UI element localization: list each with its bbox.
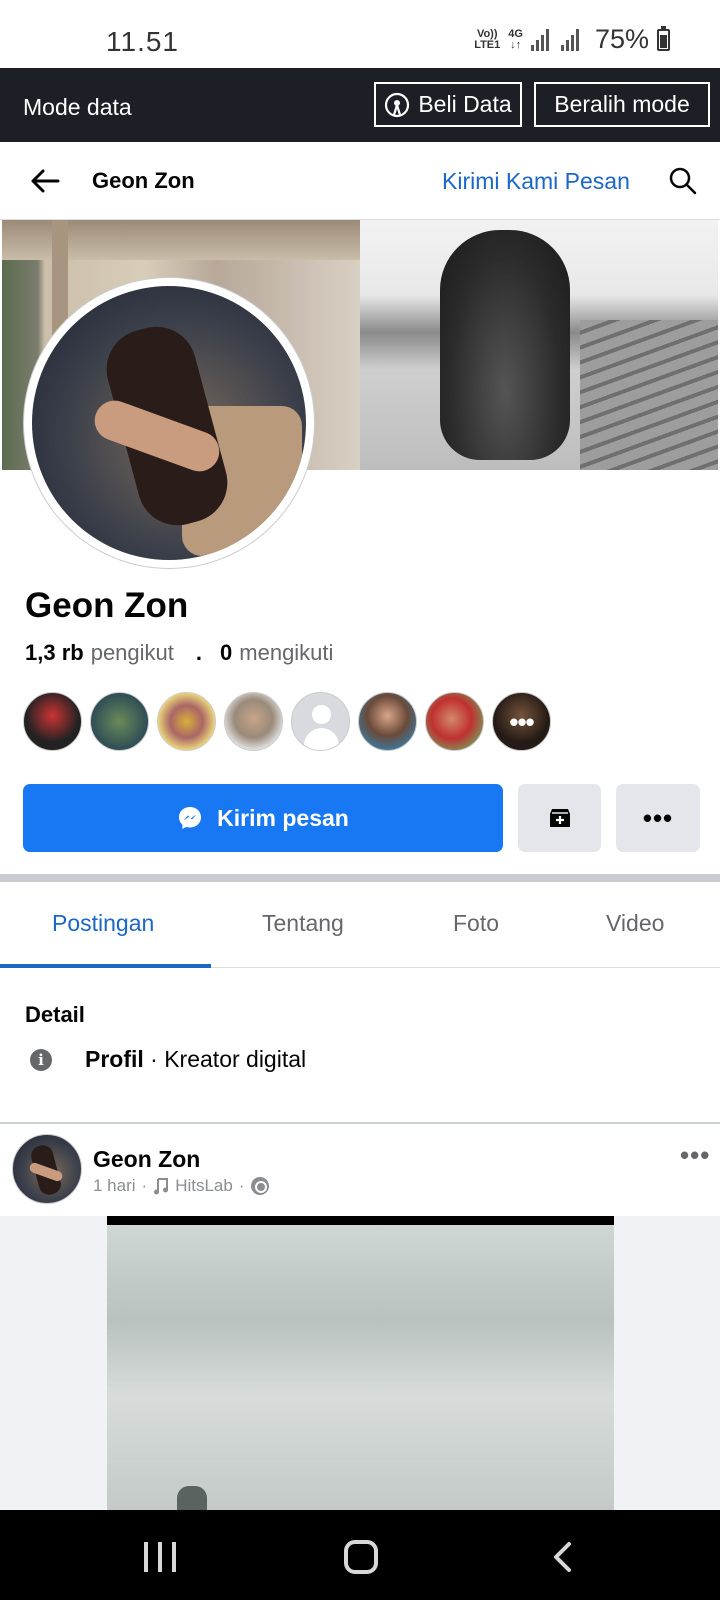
post-time[interactable]: 1 hari: [93, 1176, 136, 1196]
section-divider: [0, 874, 720, 882]
send-message-label: Kirim pesan: [217, 804, 349, 831]
page-header: Geon Zon Kirimi Kami Pesan: [0, 142, 720, 220]
switch-mode-label: Beralih mode: [554, 91, 690, 117]
search-icon[interactable]: [668, 166, 698, 196]
follower-avatar[interactable]: [425, 692, 484, 751]
save-icon: [549, 809, 570, 827]
detail-divider: [0, 1122, 720, 1124]
follower-avatar-placeholder[interactable]: [291, 692, 350, 751]
following-count[interactable]: 0: [220, 640, 232, 666]
music-note-icon: [154, 1178, 169, 1195]
follower-avatar[interactable]: [358, 692, 417, 751]
battery-percent: 75%: [594, 24, 649, 54]
tab-photos[interactable]: Foto: [453, 910, 499, 937]
follower-avatar[interactable]: [90, 692, 149, 751]
follower-avatar[interactable]: [23, 692, 82, 751]
post-more-button[interactable]: •••: [680, 1142, 710, 1168]
battery-icon: [657, 25, 670, 51]
save-button[interactable]: [518, 784, 601, 852]
status-indicators: Vo)) LTE1 4G ↓↑ 75%: [474, 24, 670, 55]
home-icon[interactable]: [344, 1540, 378, 1574]
more-options-icon: •••: [642, 803, 674, 833]
system-navigation-bar: [0, 1510, 720, 1600]
follower-avatar[interactable]: [157, 692, 216, 751]
post-music[interactable]: HitsLab: [175, 1176, 233, 1196]
cover-photo-right: [360, 220, 718, 470]
meta-separator-2: ·: [238, 1176, 245, 1195]
tab-about[interactable]: Tentang: [262, 910, 344, 937]
post-author-avatar[interactable]: [12, 1134, 82, 1204]
post-video[interactable]: [107, 1216, 614, 1516]
see-all-followers-button[interactable]: •••: [492, 692, 551, 751]
post-author-name[interactable]: Geon Zon: [93, 1146, 200, 1173]
detail-heading: Detail: [25, 1002, 85, 1027]
post-meta: 1 hari · HitsLab ·: [93, 1176, 269, 1196]
header-title: Geon Zon: [92, 168, 195, 193]
followers-label[interactable]: pengikut: [91, 640, 174, 666]
profile-type-text: Profil · Kreator digital: [85, 1046, 306, 1073]
followers-count[interactable]: 1,3 rb: [25, 640, 84, 666]
network-4g-indicator: 4G ↓↑: [508, 27, 523, 51]
buy-data-label: Beli Data: [418, 91, 512, 117]
signal-icon: [530, 28, 553, 51]
stats-separator: .: [195, 640, 203, 665]
tab-posts[interactable]: Postingan: [52, 910, 154, 937]
nav-back-icon[interactable]: [548, 1540, 578, 1574]
more-followers-dots: •••: [493, 693, 550, 750]
signal-icon-2: [560, 28, 583, 51]
send-message-link[interactable]: Kirimi Kami Pesan: [442, 168, 630, 195]
meta-separator: ·: [141, 1176, 148, 1195]
mode-label: Mode data: [23, 94, 132, 120]
more-options-button[interactable]: •••: [616, 784, 700, 852]
globe-icon: [250, 1177, 269, 1195]
buy-data-button[interactable]: Beli Data: [374, 82, 522, 127]
follower-avatars: •••: [23, 692, 551, 751]
profile-name: Geon Zon: [25, 586, 189, 625]
profile-stats: 1,3 rb pengikut . 0 mengikuti: [25, 640, 333, 666]
active-tab-indicator: [0, 964, 211, 968]
messenger-icon: [179, 807, 202, 829]
volte-indicator: Vo)) LTE1: [474, 27, 501, 51]
tab-videos[interactable]: Video: [606, 910, 664, 937]
data-mode-bar: Mode data Beli Data Beralih mode: [0, 68, 720, 142]
profile-avatar[interactable]: [24, 278, 314, 568]
send-message-button[interactable]: Kirim pesan: [23, 784, 503, 852]
following-label[interactable]: mengikuti: [239, 640, 333, 666]
broadcast-icon: [385, 92, 410, 117]
follower-avatar[interactable]: [224, 692, 283, 751]
profile-type-bold: Profil: [85, 1046, 144, 1072]
switch-mode-button[interactable]: Beralih mode: [534, 82, 710, 127]
profile-type-category: · Kreator digital: [143, 1046, 307, 1072]
profile-type-row: i Profil · Kreator digital: [30, 1046, 306, 1073]
recent-apps-icon[interactable]: [144, 1542, 176, 1572]
info-icon: i: [30, 1048, 52, 1071]
status-time: 11.51: [106, 26, 179, 57]
profile-tabs: Postingan Tentang Foto Video: [0, 882, 720, 968]
back-arrow-icon[interactable]: [28, 164, 62, 198]
status-bar: 11.51 Vo)) LTE1 4G ↓↑ 75%: [0, 0, 720, 68]
post-media: [0, 1216, 720, 1516]
